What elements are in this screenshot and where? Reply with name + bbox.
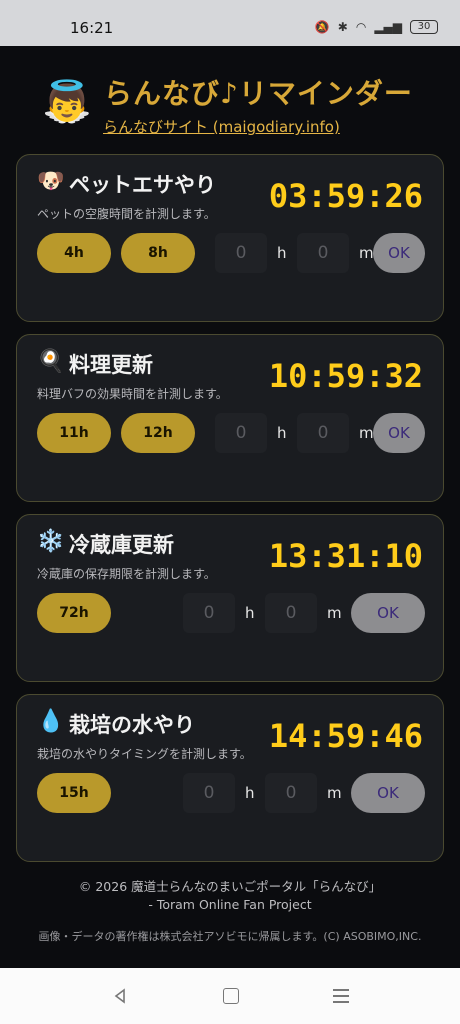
card-description: 栽培の水やりタイミングを計測します。: [37, 747, 252, 761]
minutes-input[interactable]: 0: [297, 233, 349, 273]
app-screen: 👼 らんなび♪リマインダー らんなびサイト (maigodiary.info) …: [0, 46, 460, 968]
footer-rights: 画像・データの著作権は株式会社アソビモに帰属します。(C) ASOBIMO,IN…: [38, 930, 422, 943]
card-cooking: 🍳 料理更新 料理バフの効果時間を計測します。 10:59:32 11h 12h…: [16, 334, 444, 502]
ok-button[interactable]: OK: [351, 593, 425, 633]
countdown-timer: 14:59:46: [268, 717, 423, 755]
preset-button-15h[interactable]: 15h: [37, 773, 111, 813]
minutes-unit: m: [359, 244, 374, 262]
hours-unit: h: [245, 604, 255, 622]
home-icon[interactable]: [223, 988, 239, 1004]
recents-icon[interactable]: [333, 989, 349, 1003]
hours-input[interactable]: 0: [215, 233, 267, 273]
minutes-unit: m: [327, 784, 342, 802]
hours-input[interactable]: 0: [183, 773, 235, 813]
page-title: らんなび♪リマインダー: [104, 77, 413, 110]
preset-button-12h[interactable]: 12h: [121, 413, 195, 453]
minutes-input[interactable]: 0: [265, 773, 317, 813]
countdown-timer: 03:59:26: [268, 177, 423, 215]
countdown-timer: 10:59:32: [268, 357, 423, 395]
hours-unit: h: [245, 784, 255, 802]
footer-copyright: © 2026 魔道士らんなのまいごポータル「らんなび」: [78, 879, 382, 894]
card-watering: 💧 栽培の水やり 栽培の水やりタイミングを計測します。 14:59:46 15h…: [16, 694, 444, 862]
preset-button-72h[interactable]: 72h: [37, 593, 111, 633]
preset-button-11h[interactable]: 11h: [37, 413, 111, 453]
preset-button-8h[interactable]: 8h: [121, 233, 195, 273]
minutes-input[interactable]: 0: [265, 593, 317, 633]
card-title: 栽培の水やり: [69, 713, 195, 737]
card-description: 冷蔵庫の保存期限を計測します。: [37, 567, 216, 581]
preset-button-4h[interactable]: 4h: [37, 233, 111, 273]
android-nav-bar: [0, 968, 460, 1024]
frying-pan-icon: 🍳: [37, 349, 65, 374]
card-title: 料理更新: [69, 353, 153, 377]
status-time: 16:21: [70, 19, 114, 37]
card-description: 料理バフの効果時間を計測します。: [37, 387, 228, 401]
mute-icon: 🔕: [314, 20, 330, 34]
minutes-unit: m: [359, 424, 374, 442]
ok-button[interactable]: OK: [351, 773, 425, 813]
card-pet-feeding: 🐶 ペットエサやり ペットの空腹時間を計測します。 03:59:26 4h 8h…: [16, 154, 444, 322]
ok-button[interactable]: OK: [373, 413, 425, 453]
footer-project: - Toram Online Fan Project: [148, 897, 312, 912]
card-description: ペットの空腹時間を計測します。: [37, 207, 216, 221]
hours-unit: h: [277, 244, 287, 262]
hours-input[interactable]: 0: [183, 593, 235, 633]
status-bar: 16:21 🔕 ✱ ◠ ▂▄▆ 30: [0, 0, 460, 46]
dog-icon: 🐶: [37, 169, 65, 194]
card-title: 冷蔵庫更新: [69, 533, 174, 557]
ok-button[interactable]: OK: [373, 233, 425, 273]
app-header: 👼 らんなび♪リマインダー らんなびサイト (maigodiary.info): [0, 64, 460, 144]
minutes-input[interactable]: 0: [297, 413, 349, 453]
site-link[interactable]: らんなびサイト (maigodiary.info): [103, 116, 340, 137]
card-fridge: ❄️ 冷蔵庫更新 冷蔵庫の保存期限を計測します。 13:31:10 72h 0 …: [16, 514, 444, 682]
angel-icon: 👼: [42, 79, 92, 125]
card-title: ペットエサやり: [69, 173, 216, 197]
minutes-unit: m: [327, 604, 342, 622]
signal-icon: ▂▄▆: [374, 20, 402, 34]
hours-unit: h: [277, 424, 287, 442]
wifi-icon: ◠: [355, 20, 367, 34]
footer: © 2026 魔道士らんなのまいごポータル「らんなび」 - Toram Onli…: [0, 878, 460, 944]
status-icons: 🔕 ✱ ◠ ▂▄▆ 30: [315, 20, 438, 34]
water-drop-icon: 💧: [37, 709, 65, 734]
countdown-timer: 13:31:10: [268, 537, 423, 575]
bluetooth-icon: ✱: [337, 20, 348, 34]
back-icon[interactable]: [112, 988, 128, 1004]
battery-icon: 30: [410, 20, 438, 34]
snowflake-icon: ❄️: [37, 529, 65, 554]
hours-input[interactable]: 0: [215, 413, 267, 453]
